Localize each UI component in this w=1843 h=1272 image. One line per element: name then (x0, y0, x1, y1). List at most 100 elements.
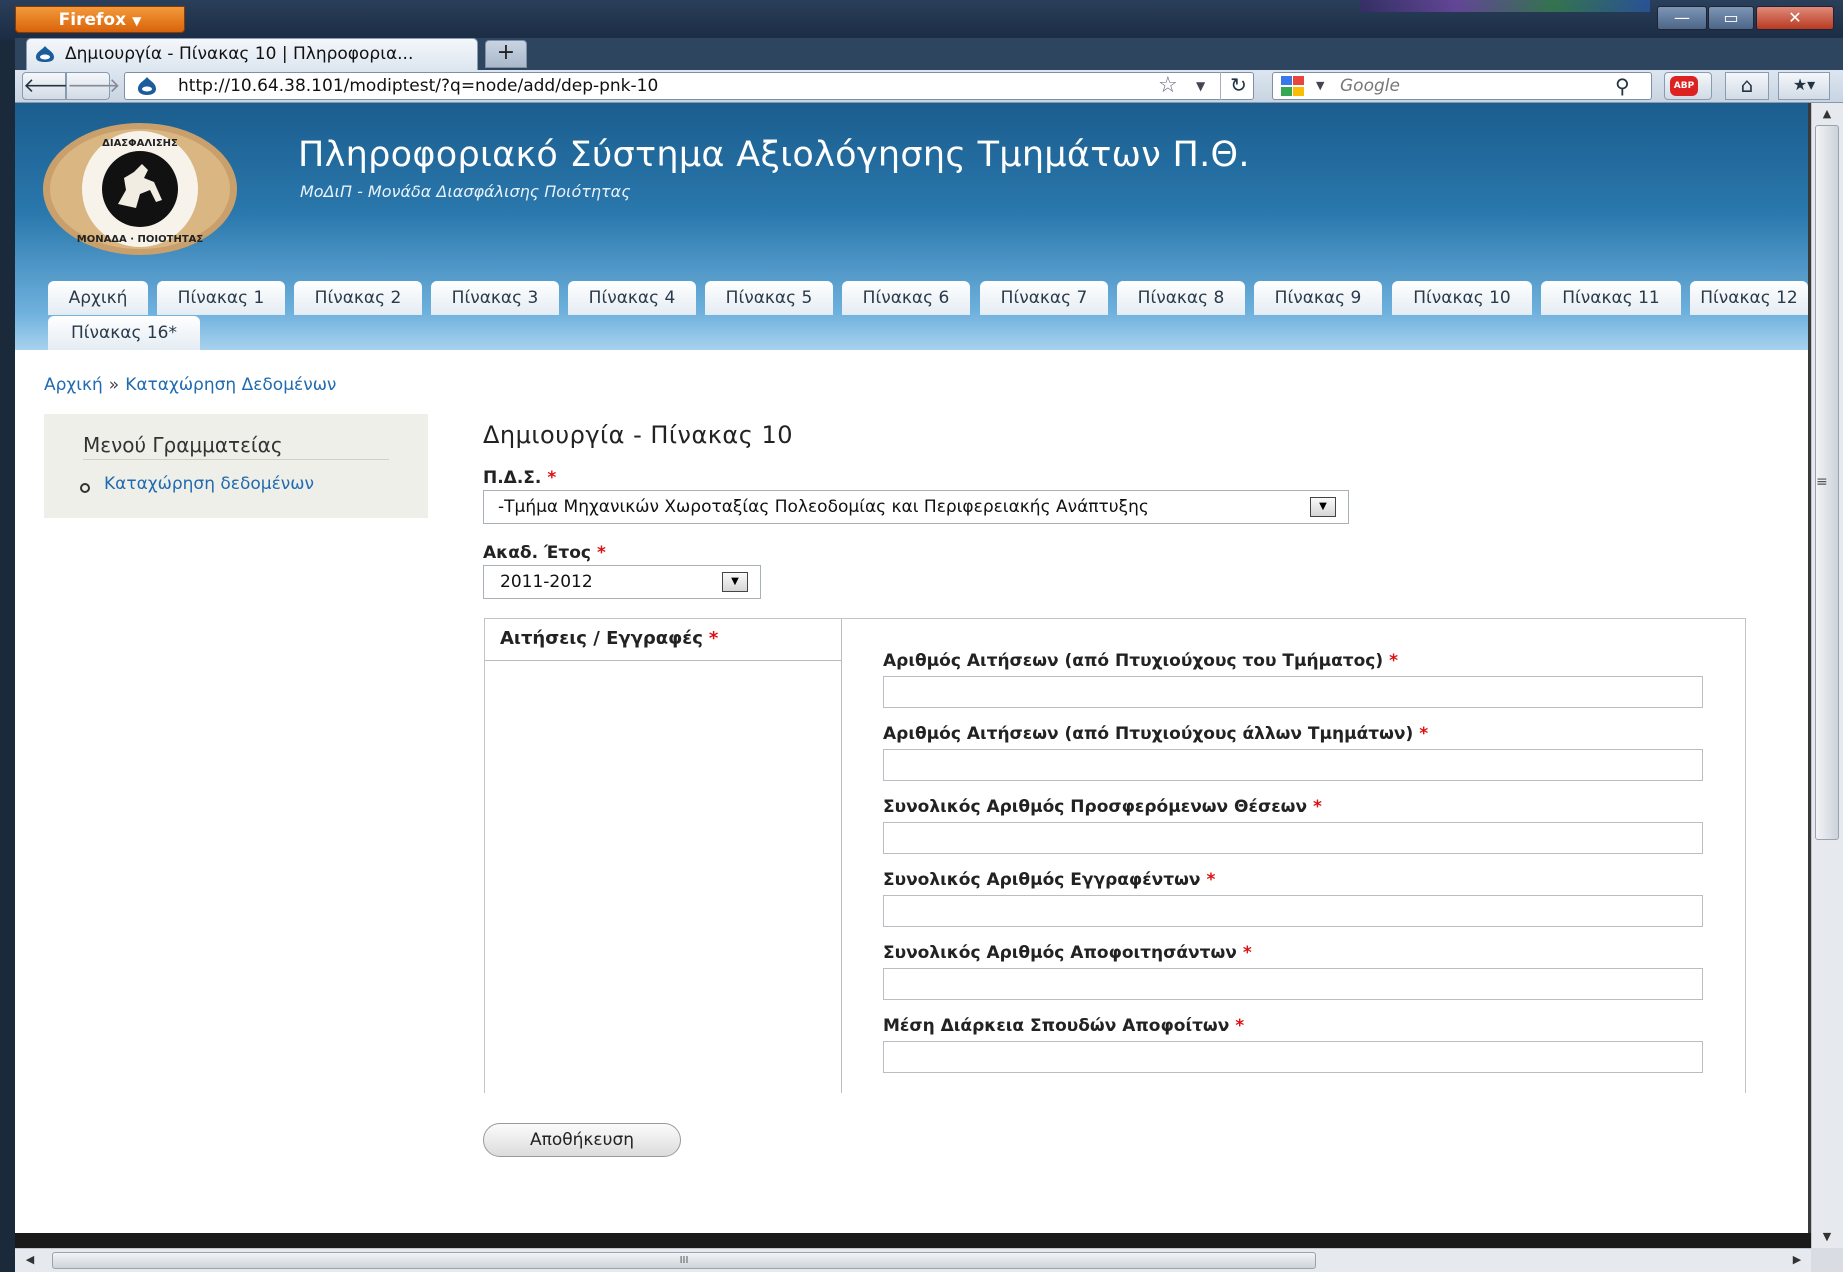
required-mark: * (596, 543, 606, 563)
pds-label-text: Π.Δ.Σ. (483, 468, 542, 488)
field-label-text: Αριθμός Αιτήσεων (από Πτυχιούχους άλλων … (883, 724, 1414, 744)
chevron-down-icon[interactable]: ▼ (1196, 72, 1205, 100)
university-seal-logo[interactable]: ΔΙΑΣΦΑΛΙΣΗΣ ΜΟΝΑΔΑ · ΠΟΙΟΤΗΤΑΣ (40, 120, 240, 258)
firefox-menu-button[interactable]: Firefox ▼ (15, 6, 185, 33)
search-input[interactable]: Google (1340, 72, 1400, 100)
chevron-down-icon[interactable]: ▼ (722, 572, 748, 592)
pds-label: Π.Δ.Σ. * (483, 468, 556, 488)
field-input[interactable] (883, 1041, 1703, 1073)
star-icon[interactable]: ☆ (1158, 72, 1178, 100)
new-tab-button[interactable]: + (485, 40, 527, 68)
page-title: Δημιουργία - Πίνακας 10 (483, 421, 793, 449)
adblock-icon: ABP (1670, 76, 1698, 96)
bookmarks-icon: ★▾ (1792, 75, 1816, 94)
field-label: Συνολικός Αριθμός Εγγραφέντων * (883, 870, 1215, 890)
tab-table-2[interactable]: Πίνακας 2 (294, 281, 422, 315)
vertical-tab-divider (841, 660, 842, 1093)
chevron-down-icon[interactable]: ▼ (1310, 497, 1336, 517)
page-footer (15, 1233, 1811, 1248)
scroll-down-icon[interactable]: ▼ (1811, 1226, 1843, 1248)
field-label: Αριθμός Αιτήσεων (από Πτυχιούχους του Τμ… (883, 651, 1398, 671)
field-label-text: Συνολικός Αριθμός Προσφερόμενων Θέσεων (883, 797, 1308, 817)
field-input[interactable] (883, 749, 1703, 781)
year-select[interactable]: 2011-2012 (483, 565, 761, 599)
chevron-down-icon[interactable]: ▼ (1316, 72, 1324, 100)
field-label: Συνολικός Αριθμός Αποφοιτησάντων * (883, 943, 1252, 963)
google-engine-icon[interactable] (1280, 75, 1306, 97)
tab-table-12[interactable]: Πίνακας 12 (1690, 281, 1808, 315)
tab-table-9[interactable]: Πίνακας 9 (1254, 281, 1382, 315)
maximize-button[interactable]: ▭ (1708, 6, 1754, 30)
forward-button[interactable]: 🡒 (66, 72, 121, 100)
vertical-tab-label[interactable]: Αιτήσεις / Εγγραφές * (500, 628, 718, 649)
firefox-menu-label: Firefox (58, 10, 127, 30)
breadcrumb: Αρχική» Καταχώρηση Δεδομένων (44, 375, 336, 395)
back-button[interactable]: 🡐 (22, 72, 77, 100)
svg-text:ΜΟΝΑΔΑ · ΠΟΙΟΤΗΤΑΣ: ΜΟΝΑΔΑ · ΠΟΙΟΤΗΤΑΣ (77, 234, 204, 245)
tab-table-11[interactable]: Πίνακας 11 (1541, 281, 1681, 315)
tab-table-7[interactable]: Πίνακας 7 (980, 281, 1108, 315)
scroll-left-icon[interactable]: ◀ (15, 1248, 45, 1272)
horizontal-scroll-thumb[interactable]: III (52, 1252, 1316, 1269)
home-button[interactable]: ⌂ (1725, 72, 1769, 100)
field-label-text: Μέση Διάρκεια Σπουδών Αποφοίτων (883, 1016, 1230, 1036)
required-mark: * (1206, 870, 1216, 890)
pds-select[interactable]: -Τμήμα Μηχανικών Χωροταξίας Πολεοδομίας … (483, 490, 1349, 524)
field-label: Αριθμός Αιτήσεων (από Πτυχιούχους άλλων … (883, 724, 1428, 744)
sidebar-title: Μενού Γραμματείας (83, 433, 283, 457)
reload-button[interactable]: ↻ (1220, 72, 1256, 100)
sidebar-item-data-entry[interactable]: Καταχώρηση δεδομένων (104, 474, 314, 494)
field-label-text: Συνολικός Αριθμός Αποφοιτησάντων (883, 943, 1237, 963)
minimize-button[interactable]: — (1657, 6, 1707, 30)
field-input[interactable] (883, 968, 1703, 1000)
field-label-text: Συνολικός Αριθμός Εγγραφέντων (883, 870, 1201, 890)
drupal-favicon-icon (36, 46, 54, 62)
site-slogan: ΜοΔιΠ - Μονάδα Διασφάλισης Ποιότητας (300, 182, 631, 201)
required-mark: * (1389, 651, 1399, 671)
field-label: Μέση Διάρκεια Σπουδών Αποφοίτων * (883, 1016, 1244, 1036)
required-mark: * (1242, 943, 1252, 963)
field-label: Συνολικός Αριθμός Προσφερόμενων Θέσεων * (883, 797, 1322, 817)
tab-table-8[interactable]: Πίνακας 8 (1117, 281, 1245, 315)
magnifier-icon[interactable]: ⚲ (1615, 72, 1630, 100)
tab-table-4[interactable]: Πίνακας 4 (568, 281, 696, 315)
scroll-right-icon[interactable]: ▶ (1782, 1248, 1812, 1272)
field-input[interactable] (883, 895, 1703, 927)
field-input[interactable] (883, 676, 1703, 708)
home-icon: ⌂ (1740, 73, 1754, 97)
tab-table-3[interactable]: Πίνακας 3 (431, 281, 559, 315)
grip-icon: ≡ (1816, 474, 1828, 490)
required-mark: * (1419, 724, 1429, 744)
browser-tab-active[interactable]: Δημιουργία - Πίνακας 10 | Πληροφορια... (26, 38, 478, 70)
site-name[interactable]: Πληροφοριακό Σύστημα Αξιολόγησης Τμημάτω… (298, 135, 1250, 175)
drupal-favicon-icon (138, 77, 156, 95)
chevron-down-icon: ▼ (132, 14, 142, 28)
field-label-text: Αριθμός Αιτήσεων (από Πτυχιούχους του Τμ… (883, 651, 1384, 671)
tab-table-10[interactable]: Πίνακας 10 (1392, 281, 1532, 315)
tab-table-5[interactable]: Πίνακας 5 (705, 281, 833, 315)
year-label: Ακαδ. Έτος * (483, 543, 606, 563)
bookmarks-button[interactable]: ★▾ (1778, 72, 1830, 100)
field-input[interactable] (883, 822, 1703, 854)
sidebar-divider (83, 459, 389, 460)
url-text[interactable]: http://10.64.38.101/modiptest/?q=node/ad… (178, 72, 658, 100)
tab-home[interactable]: Αρχική (48, 281, 148, 315)
tab-table-6[interactable]: Πίνακας 6 (842, 281, 970, 315)
save-button[interactable]: Αποθήκευση (483, 1123, 681, 1157)
scrollbar-corner (1811, 1248, 1843, 1272)
tab-table-16[interactable]: Πίνακας 16* (48, 316, 200, 350)
search-bar[interactable] (1272, 72, 1652, 100)
close-button[interactable]: ✕ (1756, 6, 1834, 30)
vertical-tab-label-text: Αιτήσεις / Εγγραφές (500, 628, 703, 649)
required-mark: * (547, 468, 557, 488)
desktop-decoration (1360, 0, 1650, 12)
breadcrumb-current-link[interactable]: Καταχώρηση Δεδομένων (125, 375, 336, 395)
breadcrumb-home-link[interactable]: Αρχική (44, 375, 103, 395)
svg-text:ΔΙΑΣΦΑΛΙΣΗΣ: ΔΙΑΣΦΑΛΙΣΗΣ (102, 138, 178, 149)
scroll-up-icon[interactable]: ▲ (1811, 103, 1843, 125)
sidebar-block (44, 414, 428, 518)
required-mark: * (1235, 1016, 1245, 1036)
year-label-text: Ακαδ. Έτος (483, 543, 591, 563)
tab-table-1[interactable]: Πίνακας 1 (157, 281, 285, 315)
reload-icon: ↻ (1230, 73, 1247, 97)
